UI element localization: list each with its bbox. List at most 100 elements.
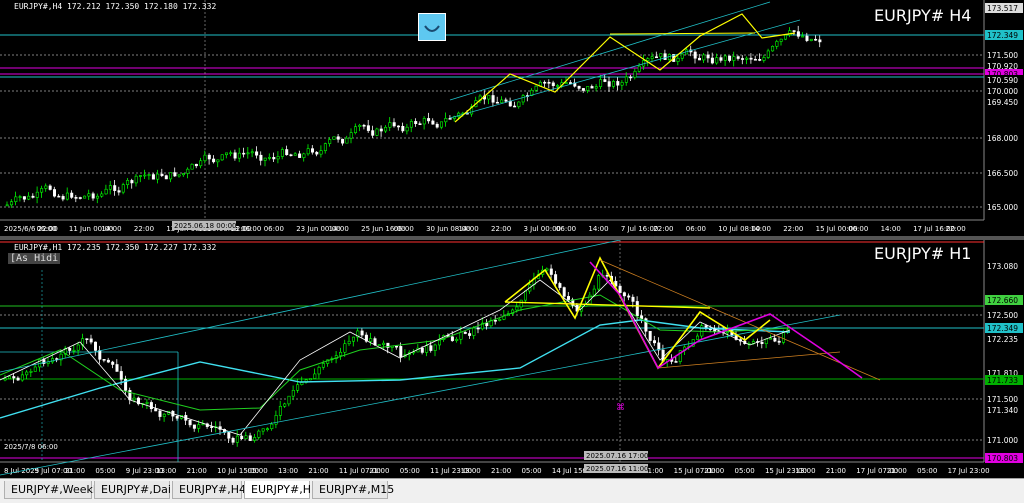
candle-body xyxy=(83,195,87,199)
candle-body xyxy=(272,157,276,160)
candle-body xyxy=(31,195,35,198)
candle-body xyxy=(459,331,463,340)
candle-body xyxy=(302,153,306,158)
candle-body xyxy=(590,86,594,89)
candle-body xyxy=(392,122,396,127)
candle-body xyxy=(278,406,282,416)
candle-body xyxy=(240,435,244,439)
candle-body xyxy=(485,322,489,327)
candle-body xyxy=(439,121,443,128)
candle-body xyxy=(113,185,117,191)
price-label: 171.500 xyxy=(987,395,1018,404)
time-label: 14:00 xyxy=(881,225,901,233)
tab-daily[interactable]: EURJPY#,Daily xyxy=(94,481,181,499)
candle-body xyxy=(225,152,229,156)
candle-body xyxy=(255,151,259,156)
candle-body xyxy=(513,105,517,108)
candle-body xyxy=(147,174,151,176)
price-label: 170.590 xyxy=(987,76,1018,85)
candle-body xyxy=(261,428,265,432)
tab-h1[interactable]: EURJPY#,H1 xyxy=(244,481,318,499)
candle-body xyxy=(444,118,448,123)
candle-body xyxy=(5,204,9,207)
candle-body xyxy=(362,124,366,127)
candle-body xyxy=(349,132,353,139)
time-label: 06:00 xyxy=(556,225,576,233)
tab-h4[interactable]: EURJPY#,H4 xyxy=(172,481,246,499)
candle-body xyxy=(697,57,701,61)
candle-body xyxy=(766,50,770,58)
candle-body xyxy=(270,423,274,429)
candle-body xyxy=(534,85,538,91)
candle-body xyxy=(517,101,521,108)
candle-body xyxy=(134,175,138,184)
h4-chart-canvas[interactable]: 173.517172.349171.500170.920170.803170.5… xyxy=(0,0,1024,236)
candle-body xyxy=(119,371,123,380)
candle-body xyxy=(199,160,203,167)
candle-body xyxy=(773,337,777,342)
price-label: 172.235 xyxy=(987,335,1018,344)
candle-body xyxy=(154,408,158,412)
candle-body xyxy=(758,59,762,61)
candle-body xyxy=(631,296,635,302)
candle-body xyxy=(384,126,388,132)
candle-body xyxy=(104,188,108,195)
tab-weekly[interactable]: EURJPY#,Weekly xyxy=(4,481,102,499)
candle-body xyxy=(706,54,710,59)
candle-body xyxy=(728,55,732,61)
tab-m15[interactable]: EURJPY#,M15 xyxy=(312,481,394,499)
candle-body xyxy=(235,435,239,443)
candle-body xyxy=(554,274,558,284)
h1-chart[interactable]: 173.080 172.660 172.500 172.349 172.235 171.8… xyxy=(0,240,1024,478)
candle-body xyxy=(145,402,149,404)
candle-body xyxy=(156,173,160,180)
candle-body xyxy=(182,173,186,176)
cursor-time-label-top: 2025.07.16 17:00 xyxy=(586,452,648,460)
candle-body xyxy=(358,124,362,127)
candle-body xyxy=(418,123,422,126)
candle-body xyxy=(100,193,104,197)
candle-body xyxy=(435,123,439,128)
candle-body xyxy=(695,335,699,340)
candle-body xyxy=(89,338,93,343)
h4-chart[interactable]: 173.517 172.349 171.500 170.920 170.803 170.5… xyxy=(0,0,1024,236)
h4-title: EURJPY# H4 xyxy=(874,6,972,25)
candle-body xyxy=(592,288,596,296)
h1-title: EURJPY# H1 xyxy=(874,244,972,263)
candle-body xyxy=(143,174,147,177)
candle-body xyxy=(427,118,431,122)
time-label: 05:00 xyxy=(400,467,420,475)
indicator-icon[interactable] xyxy=(418,13,446,41)
candle-body xyxy=(448,118,452,120)
time-label: 05:00 xyxy=(521,467,541,475)
candle-body xyxy=(431,120,435,125)
time-label: 22:00 xyxy=(946,225,966,233)
h1-info: EURJPY#,H1 172.235 172.350 172.227 172.3… xyxy=(14,243,217,252)
price-label: 169.450 xyxy=(987,98,1018,107)
candle-body xyxy=(500,99,504,104)
candle-body xyxy=(633,70,637,78)
candle-body xyxy=(18,196,22,198)
time-label: 21:00 xyxy=(308,467,328,475)
candle-body xyxy=(29,371,33,373)
candle-body xyxy=(551,82,555,86)
h1-chart-canvas[interactable]: 173.080172.660172.500172.349172.235171.8… xyxy=(0,240,1024,478)
candle-body xyxy=(57,195,61,198)
candle-body xyxy=(94,341,98,351)
candle-body xyxy=(229,152,233,155)
time-label: 05:00 xyxy=(248,467,268,475)
yellow-level xyxy=(609,32,756,35)
magenta-projection xyxy=(589,261,863,379)
candle-body xyxy=(246,152,250,155)
candle-body xyxy=(624,76,628,83)
candle-body xyxy=(654,56,658,59)
candle-body xyxy=(433,344,437,351)
candle-body xyxy=(10,201,14,206)
candle-body xyxy=(663,53,667,60)
candle-body xyxy=(792,30,796,32)
candle-body xyxy=(622,292,626,297)
candle-body xyxy=(173,172,177,177)
candle-body xyxy=(310,148,314,153)
cursor-time-label-bottom: 2025.07.16 11:00 xyxy=(586,465,648,473)
candle-body xyxy=(796,31,800,37)
